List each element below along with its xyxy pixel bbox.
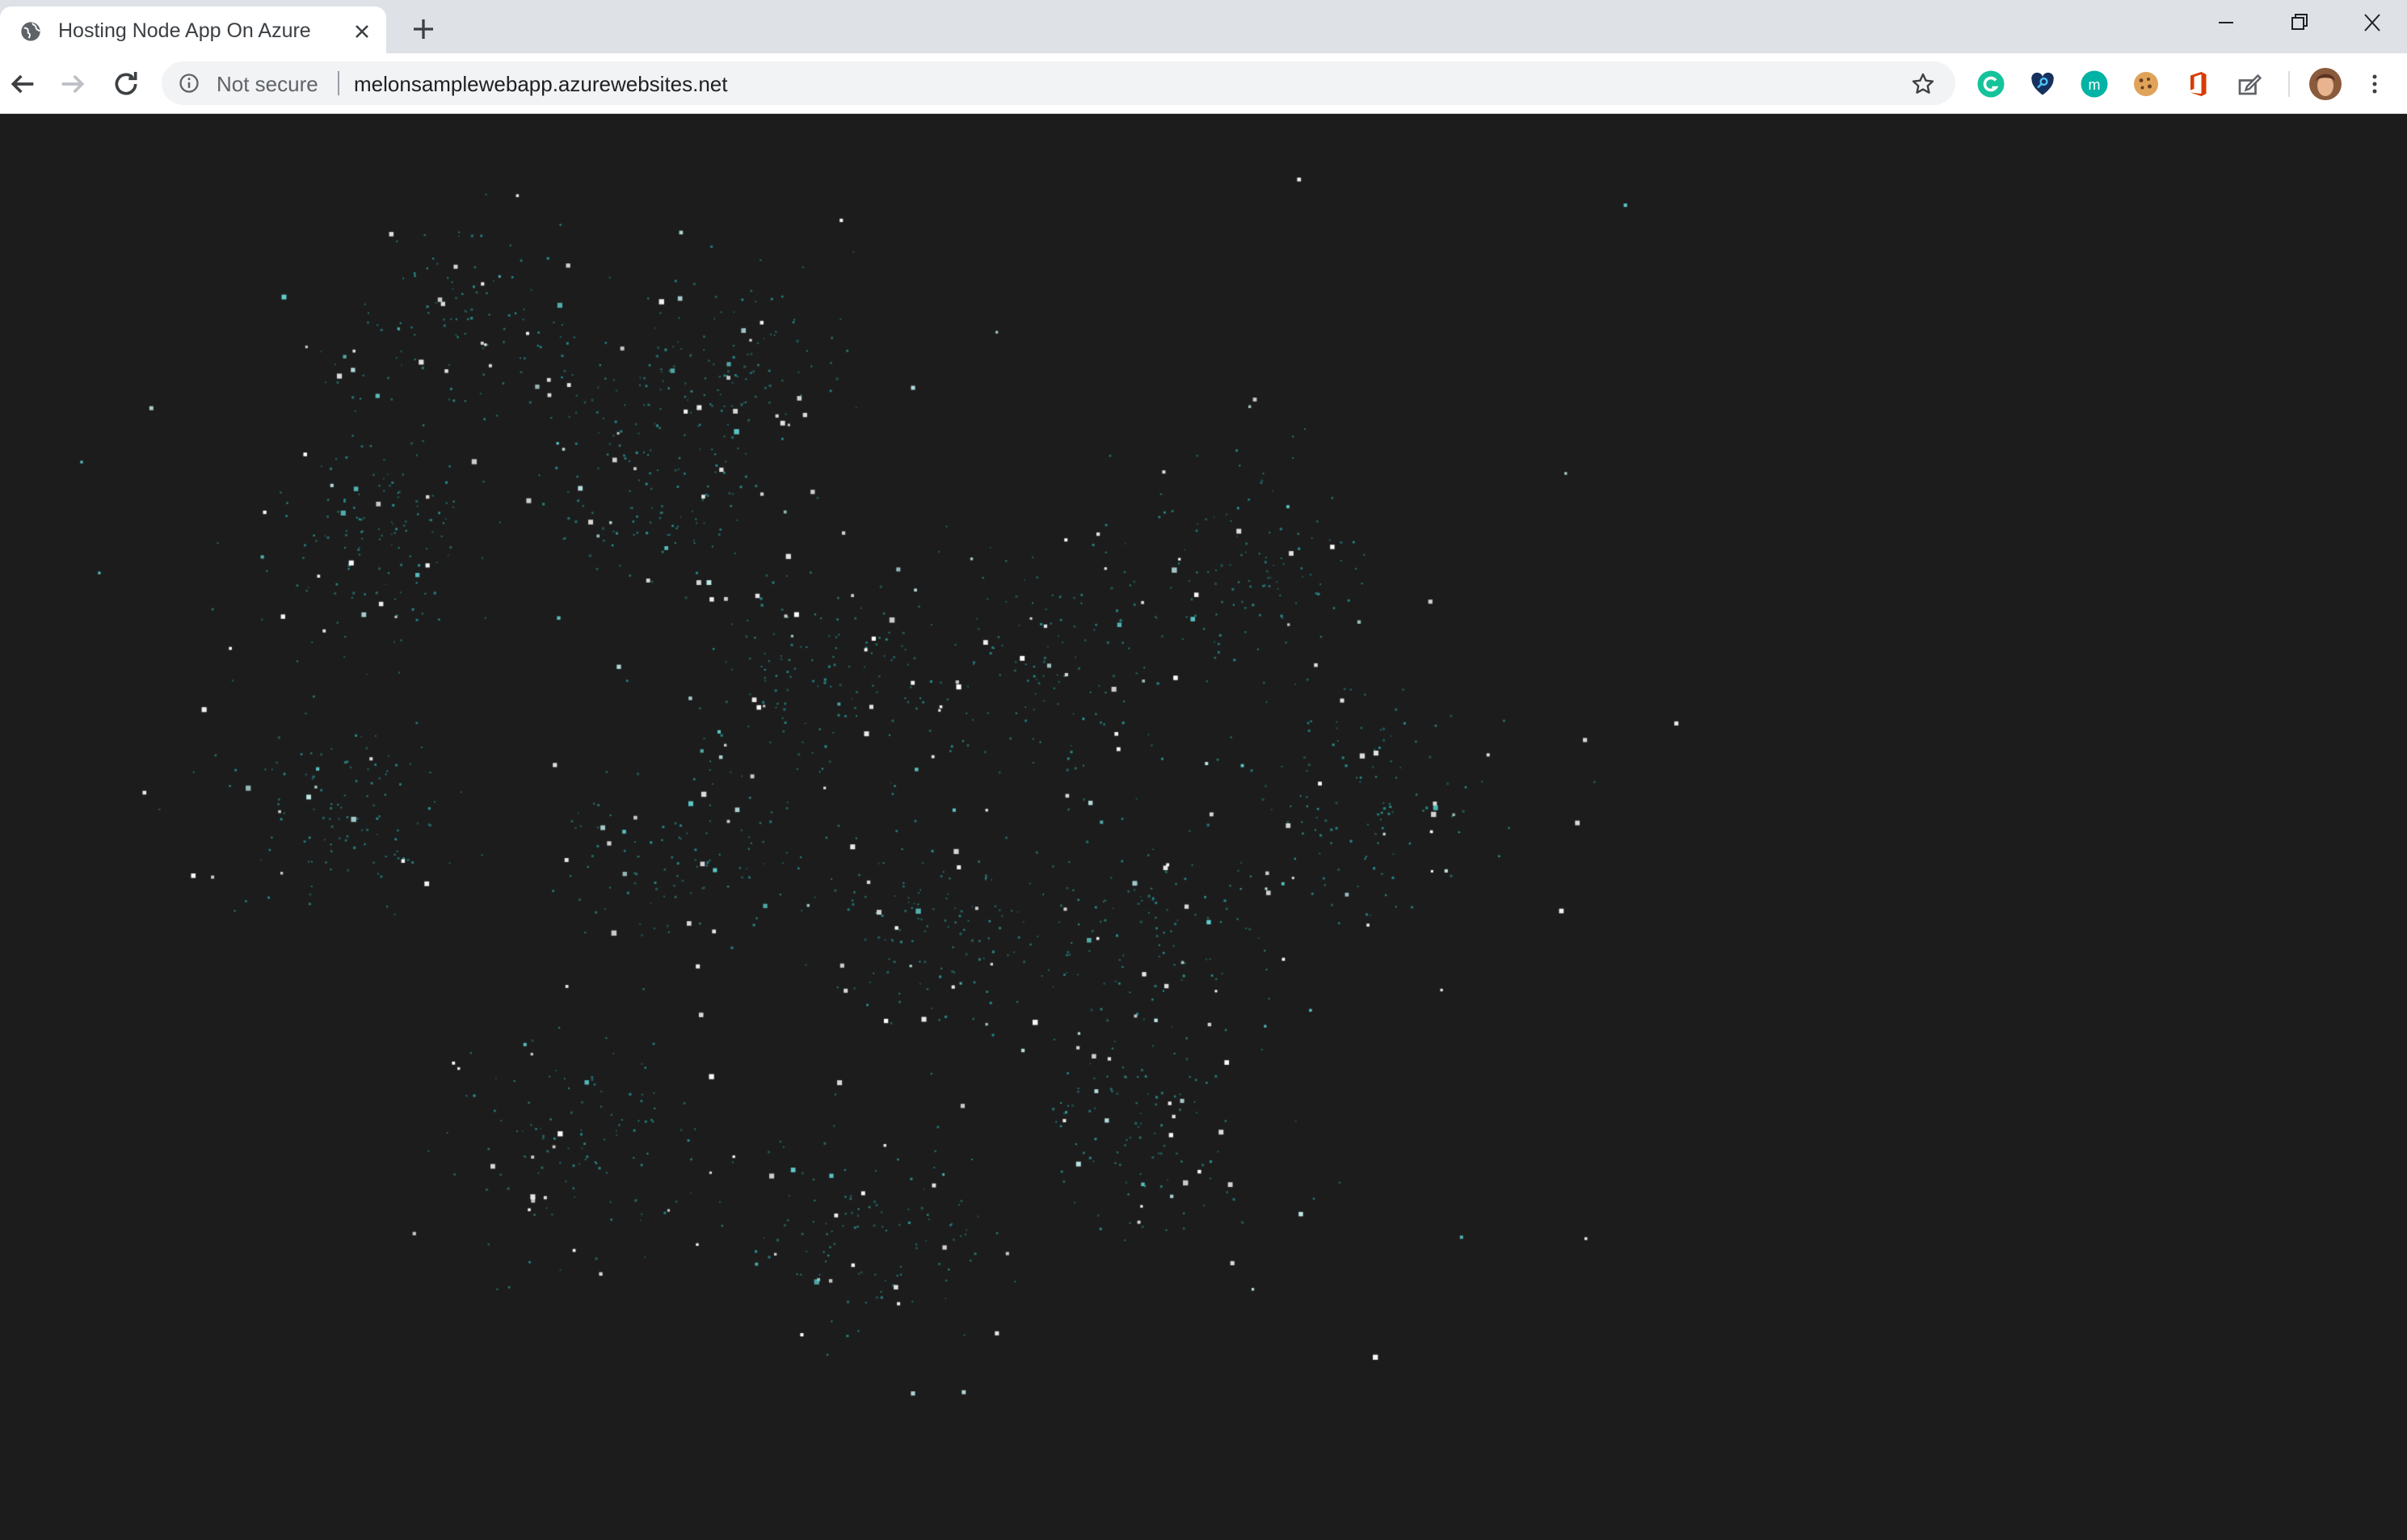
plus-icon[interactable] (409, 15, 438, 44)
info-icon[interactable] (178, 72, 200, 95)
restore-icon[interactable] (2280, 8, 2317, 37)
more-vertical-icon[interactable] (2364, 69, 2385, 99)
arrow-left-icon[interactable] (6, 68, 39, 100)
arrow-right-icon[interactable] (57, 68, 89, 100)
star-icon[interactable] (1910, 71, 1936, 97)
tab-strip: Hosting Node App On Azure (0, 0, 2407, 53)
office-icon[interactable] (2183, 69, 2212, 99)
toolbar-divider (2288, 71, 2290, 97)
cookie-icon[interactable] (2131, 69, 2161, 99)
avatar[interactable] (2309, 68, 2342, 100)
tab-active[interactable]: Hosting Node App On Azure (0, 6, 386, 53)
reload-icon[interactable] (110, 68, 142, 100)
profile-photo (2309, 68, 2342, 100)
particle-canvas[interactable] (0, 114, 2407, 1540)
edit-icon[interactable] (2235, 69, 2264, 99)
globe-icon (21, 22, 40, 41)
page-viewport (0, 114, 2407, 1540)
security-label[interactable]: Not secure (217, 72, 318, 97)
tab-title: Hosting Node App On Azure (58, 19, 311, 42)
url-text[interactable]: melonsamplewebapp.azurewebsites.net (354, 72, 728, 97)
svg-text:m: m (2089, 77, 2101, 93)
minimize-icon[interactable] (2207, 8, 2245, 37)
circle-m-icon[interactable]: m (2080, 69, 2109, 99)
close-icon[interactable] (351, 20, 373, 43)
window-close-icon[interactable] (2353, 8, 2390, 37)
password-manager-icon[interactable] (2028, 69, 2057, 99)
omnibox-divider (338, 71, 339, 95)
grammarly-icon[interactable] (1976, 69, 2005, 99)
browser-toolbar: Not secure melonsamplewebapp.azurewebsit… (0, 53, 2407, 114)
address-bar[interactable]: Not secure melonsamplewebapp.azurewebsit… (162, 61, 1955, 105)
